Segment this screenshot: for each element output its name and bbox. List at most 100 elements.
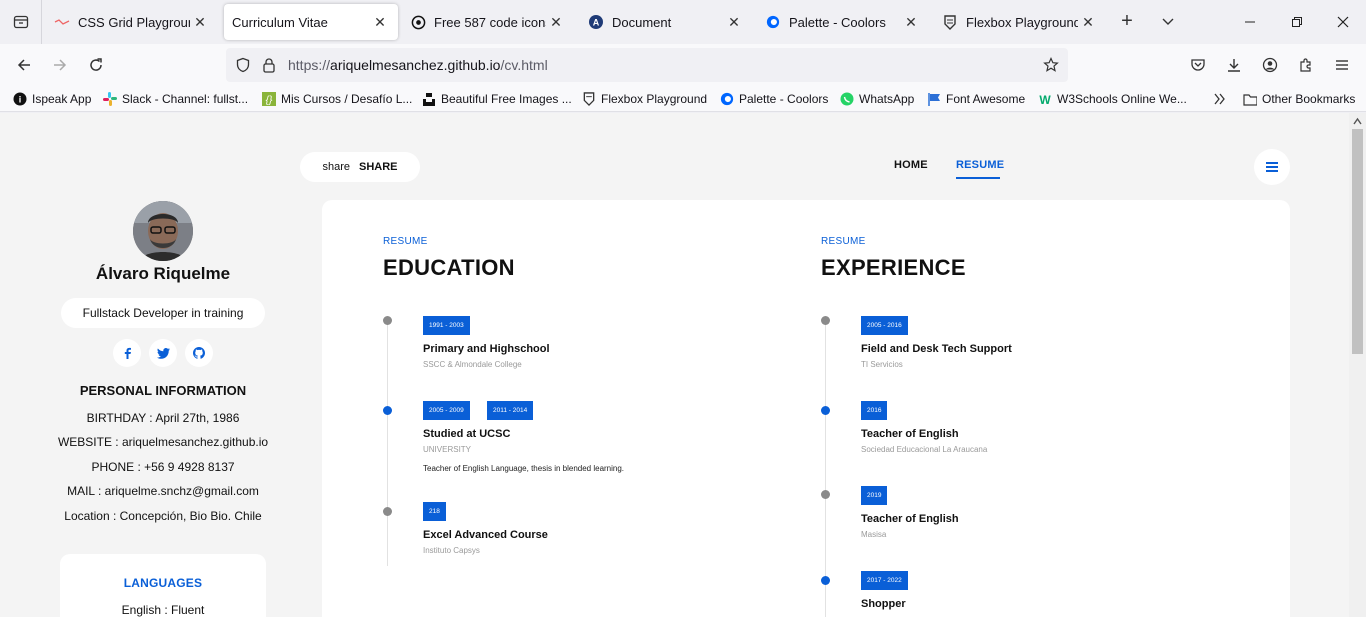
tab-document[interactable]: A Document ✕ (580, 4, 752, 40)
info-location: Location : Concepción, Bio Bio. Chile (64, 509, 262, 523)
info-birthday: BIRTHDAY : April 27th, 1986 (86, 411, 240, 425)
nav-home-link[interactable]: HOME (894, 159, 928, 171)
timeline-subtitle: Instituto Capsys (423, 546, 480, 555)
restore-icon[interactable] (1285, 10, 1309, 34)
experience-heading: EXPERIENCE (821, 255, 966, 280)
slack-icon (103, 92, 117, 106)
close-icon[interactable]: ✕ (1078, 12, 1098, 32)
bookmark-flexbox[interactable]: Flexbox Playground (582, 90, 707, 108)
minimize-icon[interactable] (1238, 10, 1262, 34)
bookmark-w3schools[interactable]: W W3Schools Online We... (1038, 90, 1187, 108)
new-tab-plus-icon[interactable]: + (1117, 11, 1137, 32)
timeline-description: Teacher of English Language, thesis in b… (423, 464, 625, 473)
url-text[interactable]: https://ariquelmesanchez.github.io/cv.ht… (288, 57, 548, 73)
bookmark-label: Slack - Channel: fullst... (122, 92, 249, 106)
timeline-dot (821, 576, 830, 585)
bookmark-desafio[interactable]: {} Mis Cursos / Desafío L... (262, 90, 412, 108)
scroll-up-arrow-icon[interactable] (1353, 117, 1362, 126)
bookmark-ispeak[interactable]: i Ispeak App (13, 90, 91, 108)
page-viewport: share SHARE HOME RESUME Álvaro Riquelme … (0, 113, 1349, 617)
firefox-view-button[interactable] (0, 0, 42, 44)
facebook-button[interactable] (113, 339, 141, 367)
bookmark-label: Mis Cursos / Desafío L... (281, 92, 413, 106)
bookmark-slack[interactable]: Slack - Channel: fullst... (103, 90, 248, 108)
date-badge: 218 (423, 502, 446, 521)
bookmark-star-icon[interactable] (1042, 56, 1060, 74)
fontawesome-icon (927, 92, 941, 106)
timeline-dot (383, 507, 392, 516)
languages-card: LANGUAGES English : Fluent (60, 554, 266, 617)
downloads-icon[interactable] (1221, 53, 1247, 77)
address-bar[interactable]: https://ariquelmesanchez.github.io/cv.ht… (226, 48, 1068, 82)
document-favicon-icon: A (588, 14, 604, 30)
github-button[interactable] (185, 339, 213, 367)
page-scrollbar[interactable] (1349, 113, 1366, 617)
date-badge: 2005 - 2016 (861, 316, 908, 335)
list-all-tabs-chevron-icon[interactable] (1158, 12, 1178, 32)
bookmarks-toolbar: i Ispeak App Slack - Channel: fullst... … (0, 86, 1366, 112)
role-badge: Fullstack Developer in training (61, 298, 265, 328)
timeline-subtitle: Sociedad Educacional La Araucana (861, 445, 988, 454)
timeline-dot (383, 316, 392, 325)
bookmark-label: WhatsApp (859, 92, 915, 106)
date-badge: 2011 - 2014 (487, 401, 534, 420)
info-phone: PHONE : +56 9 4928 8137 (91, 460, 235, 474)
other-bookmarks[interactable]: Other Bookmarks (1243, 90, 1355, 108)
date-badge: 2016 (861, 401, 888, 420)
close-icon[interactable]: ✕ (901, 12, 921, 32)
bookmark-fontawesome[interactable]: Font Awesome (927, 90, 1025, 108)
nav-resume-link[interactable]: RESUME (956, 159, 1004, 171)
timeline-title: Shopper (861, 598, 906, 610)
tab-coolors[interactable]: Palette - Coolors ✕ (757, 4, 929, 40)
scrollbar-thumb[interactable] (1352, 129, 1363, 354)
close-icon[interactable]: ✕ (724, 12, 744, 32)
tab-css-grid[interactable]: CSS Grid Playground ✕ (46, 4, 218, 40)
tab-code-icons[interactable]: Free 587 code icons - I ✕ (402, 4, 574, 40)
account-icon[interactable] (1257, 53, 1283, 77)
facebook-icon (124, 347, 131, 359)
shield-icon[interactable] (234, 56, 252, 74)
date-badge: 2005 - 2009 (423, 401, 470, 420)
timeline-dot (821, 490, 830, 499)
close-icon[interactable]: ✕ (546, 12, 566, 32)
share-button[interactable]: share SHARE (300, 152, 420, 182)
tab-flexbox[interactable]: Flexbox Playground ✕ (934, 4, 1106, 40)
tab-curriculum-vitae[interactable]: Curriculum Vitae ✕ (224, 4, 398, 40)
more-bookmarks-chevron-icon[interactable] (1213, 90, 1227, 108)
forward-arrow-icon[interactable] (47, 53, 73, 77)
close-icon[interactable]: ✕ (370, 12, 390, 32)
tab-title: Flexbox Playground (966, 14, 1078, 30)
timeline-title: Teacher of English (861, 513, 959, 525)
bookmark-unsplash[interactable]: Beautiful Free Images ... (422, 90, 572, 108)
twitter-icon (156, 347, 170, 359)
date-badge: 2019 (861, 486, 888, 505)
timeline-title: Studied at UCSC (423, 428, 511, 440)
education-heading: EDUCATION (383, 255, 515, 280)
timeline-dot (821, 316, 830, 325)
reload-icon[interactable] (83, 53, 109, 77)
unsplash-icon (422, 92, 436, 106)
url-scheme: https:// (288, 57, 331, 73)
bookmark-whatsapp[interactable]: WhatsApp (840, 90, 914, 108)
tab-title: Palette - Coolors (789, 14, 886, 30)
menu-hamburger-icon[interactable] (1329, 53, 1355, 77)
close-window-icon[interactable] (1331, 10, 1355, 34)
close-icon[interactable]: ✕ (190, 12, 210, 32)
twitter-button[interactable] (149, 339, 177, 367)
timeline-title: Excel Advanced Course (423, 529, 548, 541)
svg-text:i: i (19, 95, 22, 105)
back-arrow-icon[interactable] (11, 53, 37, 77)
pocket-icon[interactable] (1185, 53, 1211, 77)
firefox-view-icon (13, 15, 28, 29)
flexbox-favicon-icon (942, 14, 958, 30)
timeline-title: Primary and Highschool (423, 343, 550, 355)
bookmark-coolors[interactable]: Palette - Coolors (720, 90, 828, 108)
lock-icon[interactable] (260, 56, 278, 74)
timeline-title: Field and Desk Tech Support (861, 343, 1012, 355)
hamburger-menu-button[interactable] (1254, 149, 1290, 185)
bars-icon (1266, 162, 1278, 172)
extensions-icon[interactable] (1293, 53, 1319, 77)
date-badge: 2017 - 2022 (861, 571, 908, 590)
timeline-dot (383, 406, 392, 415)
share-icon: share (322, 161, 350, 173)
